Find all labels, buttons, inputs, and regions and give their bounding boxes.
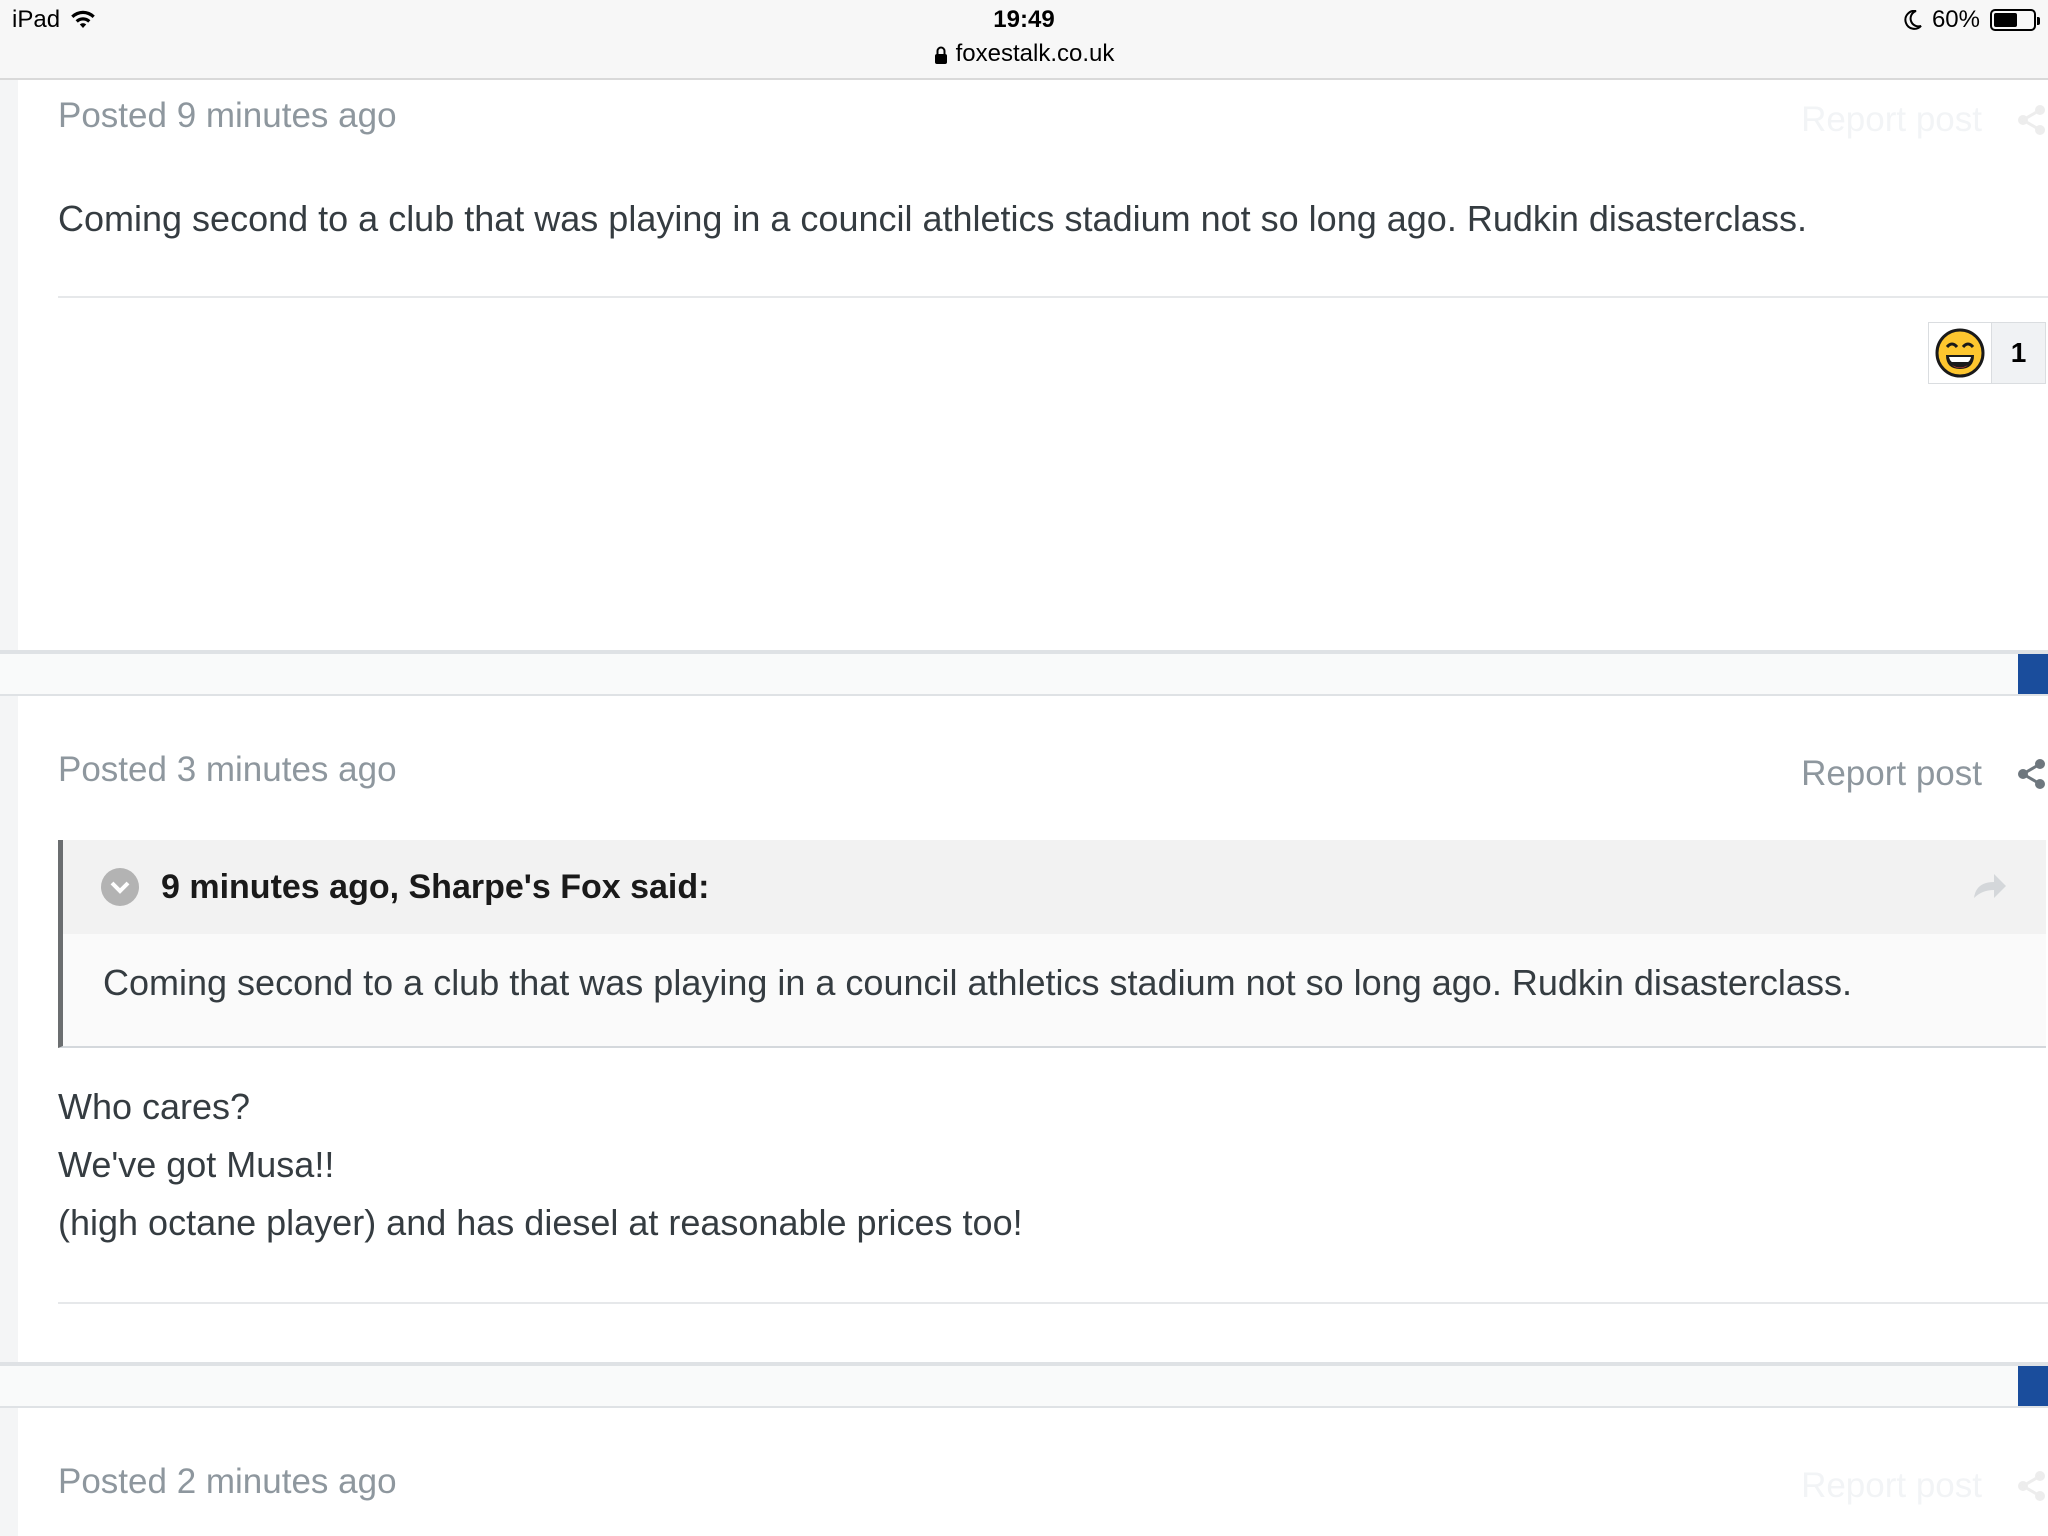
reaction-badge[interactable]: 1 [1928,322,2046,384]
moon-icon [1904,10,1922,30]
status-time: 19:49 [993,6,1055,33]
post-timestamp[interactable]: Posted 2 minutes ago [58,1462,397,1502]
share-icon[interactable] [2016,1470,2048,1502]
go-to-quote-icon[interactable] [1972,870,2008,900]
post-1: Posted 9 minutes ago Report post Coming … [0,80,2048,650]
address-bar[interactable]: foxestalk.co.uk [0,40,2048,68]
post-line: We've got Musa!! [58,1144,335,1185]
post-divider [58,296,2048,298]
collapse-toggle[interactable] [101,868,139,906]
quote-text: Coming second to a club that was playing… [103,962,1852,1003]
reaction-count: 1 [1991,323,2045,383]
quote-citation: 9 minutes ago, Sharpe's Fox said: [161,867,710,906]
accent-marker [2018,1366,2048,1406]
post-line: Who cares? [58,1086,251,1127]
quote-block: 9 minutes ago, Sharpe's Fox said: Coming… [58,840,2046,1048]
laughing-face-icon [1929,323,1991,383]
post-content: Who cares? We've got Musa!! (high octane… [58,1078,1023,1252]
quote-header: 9 minutes ago, Sharpe's Fox said: [63,840,2046,934]
post-separator [0,1362,2048,1408]
post-divider [58,1302,2048,1304]
post-left-bar [0,80,18,650]
chevron-down-icon [110,881,130,894]
battery-percent: 60% [1931,6,1980,33]
post-timestamp[interactable]: Posted 3 minutes ago [58,750,397,790]
post-3: Posted 2 minutes ago Report post [0,1408,2048,1536]
post-content: Coming second to a club that was playing… [58,198,1807,239]
post-timestamp[interactable]: Posted 9 minutes ago [58,96,397,136]
post-separator [0,650,2048,696]
accent-marker [2018,654,2048,694]
battery-icon [1990,9,2040,31]
status-right: 60% [1904,6,2040,34]
post-left-bar [0,1408,18,1536]
share-icon[interactable] [2016,758,2048,790]
post-left-bar [0,696,18,1362]
ios-status-bar: iPad 19:49 foxestalk.co.uk 60% [0,0,2048,80]
report-post-link[interactable]: Report post [1801,100,1982,140]
report-post-link[interactable]: Report post [1801,754,1982,794]
post-line: (high octane player) and has diesel at r… [58,1202,1023,1243]
report-post-link[interactable]: Report post [1801,1466,1982,1506]
lock-icon [934,46,947,64]
url-text: foxestalk.co.uk [955,40,1115,67]
share-icon[interactable] [2016,104,2048,136]
